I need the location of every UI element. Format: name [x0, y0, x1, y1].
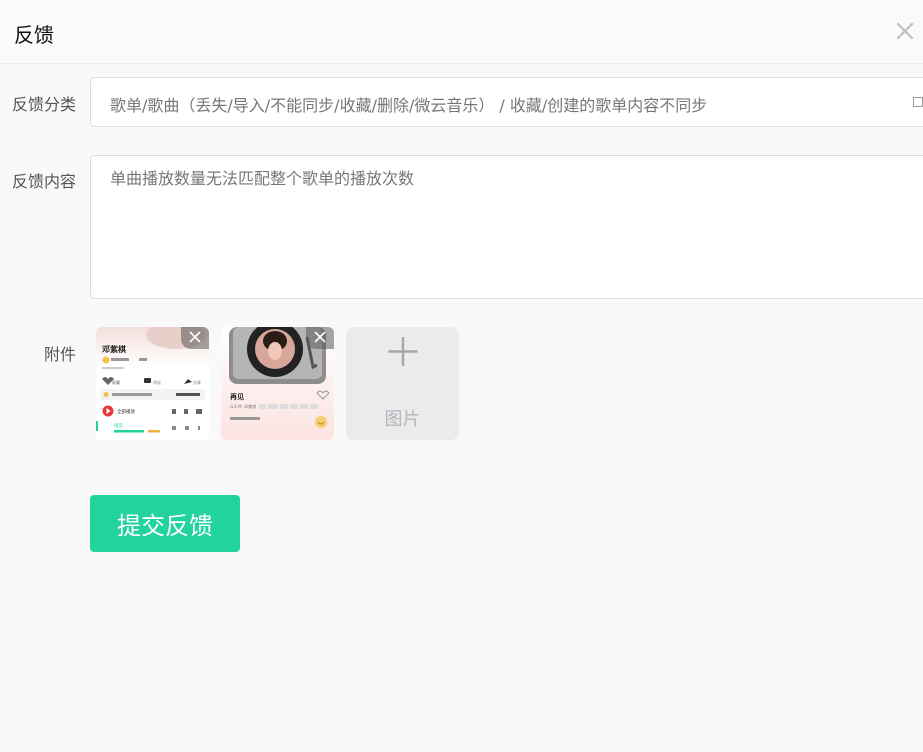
category-value: 歌单/歌曲（丢失/导入/不能同步/收藏/删除/微云音乐） / 收藏/创建的歌单内… — [110, 96, 708, 115]
dropdown-indicator-icon — [913, 97, 923, 107]
song-title: 再见 — [114, 423, 123, 429]
plus-icon — [388, 337, 418, 366]
player-artist: G.E.M. 邓紫棋 — [230, 403, 256, 409]
content-label: 反馈内容 — [11, 172, 76, 191]
player-song-title: 再见 — [230, 393, 244, 401]
category-label: 反馈分类 — [11, 95, 76, 114]
play-all-text: 全部播放 — [117, 408, 135, 415]
content-textarea[interactable]: 单曲播放数量无法匹配整个歌单的播放次数 — [90, 155, 923, 299]
like-text: 收藏 — [112, 379, 120, 385]
remove-attachment-button[interactable] — [306, 327, 334, 349]
close-icon — [189, 331, 201, 343]
close-icon — [896, 22, 914, 40]
dialog-header: 反馈 — [0, 0, 923, 64]
remove-attachment-button[interactable] — [181, 327, 209, 349]
add-image-button[interactable]: 图片 — [346, 327, 459, 440]
attachment-thumbnail[interactable]: 邓紫棋 收藏 评论 分享 全部播放 再见 — [96, 327, 209, 440]
attachment-thumbnail[interactable]: 再见 G.E.M. 邓紫棋 — [221, 327, 334, 440]
close-button[interactable] — [893, 19, 917, 43]
playlist-artist: 邓紫棋 — [101, 344, 126, 354]
close-icon — [314, 331, 326, 343]
attachment-label: 附件 — [43, 345, 76, 364]
add-image-label: 图片 — [384, 409, 421, 430]
comment-text: 评论 — [153, 379, 161, 385]
category-select[interactable]: 歌单/歌曲（丢失/导入/不能同步/收藏/删除/微云音乐） / 收藏/创建的歌单内… — [90, 77, 923, 127]
dialog-title: 反馈 — [14, 23, 54, 47]
content-value: 单曲播放数量无法匹配整个歌单的播放次数 — [110, 169, 415, 188]
share-text: 分享 — [193, 379, 201, 385]
submit-feedback-button[interactable]: 提交反馈 — [90, 495, 240, 552]
